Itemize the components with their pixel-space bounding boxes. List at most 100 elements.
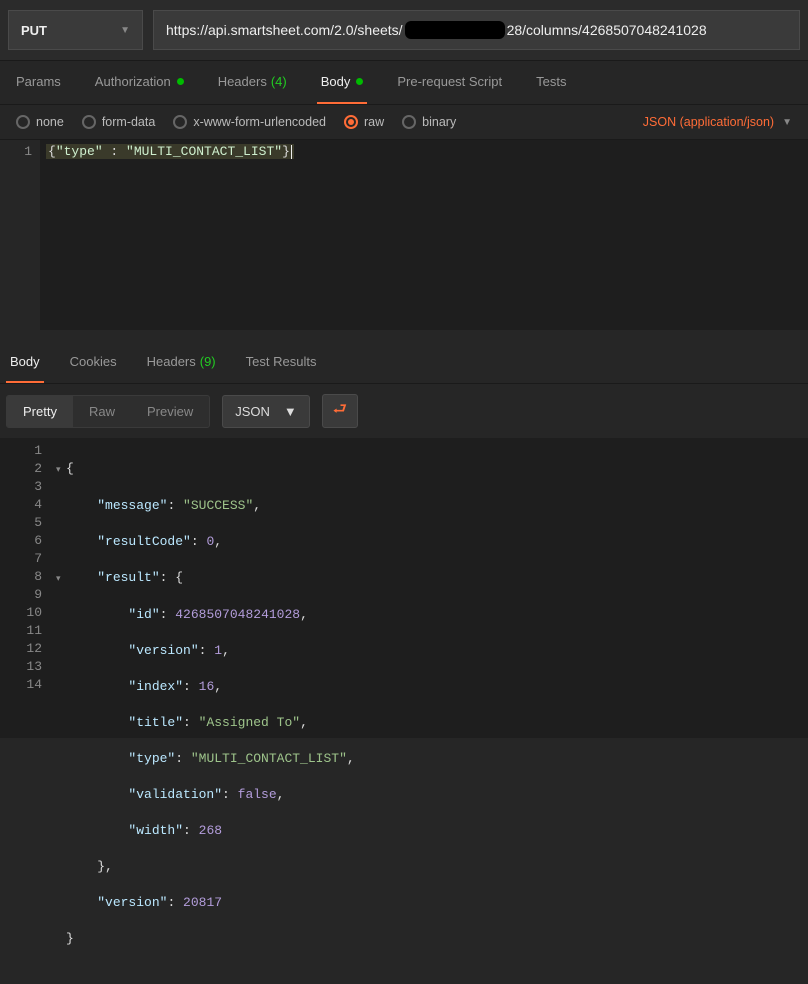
resp-view-preview[interactable]: Preview <box>131 396 209 427</box>
code-line: "id": 4268507048241028, <box>56 606 808 624</box>
gutter-line: 4 <box>0 496 42 514</box>
tab-prerequest[interactable]: Pre-request Script <box>393 61 506 104</box>
request-body-editor[interactable]: 1 {"type" : "MULTI_CONTACT_LIST"} <box>0 140 808 330</box>
editor-gutter: 1 <box>0 140 40 330</box>
tab-tests[interactable]: Tests <box>532 61 570 104</box>
body-type-raw-label: raw <box>364 115 384 129</box>
code-line: ▾{ <box>56 460 808 479</box>
json-key: "index" <box>128 679 183 694</box>
resp-code[interactable]: ▾{ "message": "SUCCESS", "resultCode": 0… <box>56 438 808 738</box>
radio-icon <box>402 115 416 129</box>
tab-headers[interactable]: Headers (4) <box>214 61 291 104</box>
chevron-down-icon: ▼ <box>782 117 792 128</box>
json-key: "version" <box>128 643 198 658</box>
code-line: ▾ "result": { <box>56 569 808 588</box>
editor-code[interactable]: {"type" : "MULTI_CONTACT_LIST"} <box>40 140 808 330</box>
resp-tab-cookies[interactable]: Cookies <box>66 342 121 383</box>
code-line: "width": 268 <box>56 822 808 840</box>
json-value: 4268507048241028 <box>175 607 300 622</box>
radio-icon <box>82 115 96 129</box>
resp-gutter: 1 2 3 4 5 6 7 8 9 10 11 12 13 14 <box>0 438 56 738</box>
code-line: "version": 20817 <box>56 894 808 912</box>
json-value: "SUCCESS" <box>183 498 253 513</box>
tab-params-label: Params <box>16 74 61 89</box>
fold-toggle-icon[interactable]: ▾ <box>56 461 66 479</box>
code-line: "title": "Assigned To", <box>56 714 808 732</box>
text-caret-icon <box>291 145 292 159</box>
json-key: "validation" <box>128 787 222 802</box>
tab-body[interactable]: Body <box>317 61 368 104</box>
req-value: "MULTI_CONTACT_LIST" <box>126 144 282 159</box>
json-value: "Assigned To" <box>199 715 300 730</box>
resp-language-select[interactable]: JSON ▼ <box>222 395 310 428</box>
resp-tab-headers[interactable]: Headers(9) <box>143 342 220 383</box>
code-line: "version": 1, <box>56 642 808 660</box>
fold-toggle-icon[interactable]: ▾ <box>56 570 66 588</box>
body-type-formdata[interactable]: form-data <box>82 115 156 129</box>
editor-line-highlight: {"type" : "MULTI_CONTACT_LIST"} <box>46 144 294 159</box>
resp-view-pretty-label: Pretty <box>23 404 57 419</box>
body-type-binary-label: binary <box>422 115 456 129</box>
resp-view-pretty[interactable]: Pretty <box>7 396 73 427</box>
gutter-line: 2 <box>0 460 42 478</box>
code-line: } <box>56 930 808 948</box>
response-body-editor[interactable]: 1 2 3 4 5 6 7 8 9 10 11 12 13 14 ▾{ "mes… <box>0 438 808 738</box>
radio-selected-icon <box>344 115 358 129</box>
resp-wrap-toggle[interactable]: ⮐ <box>322 394 358 428</box>
tab-headers-label: Headers <box>218 74 267 89</box>
gutter-line: 12 <box>0 640 42 658</box>
code-line: "resultCode": 0, <box>56 533 808 551</box>
req-colon: : <box>103 144 126 159</box>
resp-language-label: JSON <box>235 404 270 419</box>
resp-view-preview-label: Preview <box>147 404 193 419</box>
resp-tab-headers-count: (9) <box>200 354 216 369</box>
body-type-urlencoded-label: x-www-form-urlencoded <box>193 115 326 129</box>
content-type-select[interactable]: JSON (application/json) ▼ <box>643 115 792 129</box>
gutter-line: 14 <box>0 676 42 694</box>
json-key: "title" <box>128 715 183 730</box>
wrap-lines-icon: ⮐ <box>333 398 347 425</box>
json-value: 268 <box>199 823 222 838</box>
http-method-value: PUT <box>21 23 47 38</box>
radio-icon <box>173 115 187 129</box>
tab-headers-count: (4) <box>271 74 287 89</box>
json-key: "version" <box>97 895 167 910</box>
gutter-line: 9 <box>0 586 42 604</box>
dot-icon <box>177 78 184 85</box>
chevron-down-icon: ▼ <box>284 404 297 419</box>
url-input[interactable]: https://api.smartsheet.com/2.0/sheets/28… <box>153 10 800 50</box>
resp-tab-test-results[interactable]: Test Results <box>242 342 321 383</box>
code-line: "message": "SUCCESS", <box>56 497 808 515</box>
chevron-down-icon: ▼ <box>120 25 130 36</box>
http-method-select[interactable]: PUT ▼ <box>8 10 143 50</box>
request-tabs: Params Authorization Headers (4) Body Pre… <box>0 61 808 105</box>
json-key: "width" <box>128 823 183 838</box>
response-tabs: Body Cookies Headers(9) Test Results <box>0 342 808 384</box>
gutter-line: 5 <box>0 514 42 532</box>
tab-authorization[interactable]: Authorization <box>91 61 188 104</box>
code-line: }, <box>56 858 808 876</box>
resp-tab-body[interactable]: Body <box>6 342 44 383</box>
dot-icon <box>356 78 363 85</box>
body-type-urlencoded[interactable]: x-www-form-urlencoded <box>173 115 326 129</box>
tab-tests-label: Tests <box>536 74 566 89</box>
resp-view-raw[interactable]: Raw <box>73 396 131 427</box>
json-value: "MULTI_CONTACT_LIST" <box>191 751 347 766</box>
gutter-line: 13 <box>0 658 42 676</box>
resp-tab-cookies-label: Cookies <box>70 354 117 369</box>
resp-tab-body-label: Body <box>10 354 40 369</box>
req-close-brace: } <box>282 144 290 159</box>
code-line: "validation": false, <box>56 786 808 804</box>
tab-params[interactable]: Params <box>12 61 65 104</box>
json-key: "result" <box>97 570 159 585</box>
body-type-none[interactable]: none <box>16 115 64 129</box>
resp-tab-test-results-label: Test Results <box>246 354 317 369</box>
gutter-line: 10 <box>0 604 42 622</box>
req-key: "type" <box>56 144 103 159</box>
req-open-brace: { <box>48 144 56 159</box>
body-type-formdata-label: form-data <box>102 115 156 129</box>
json-value: false <box>238 787 277 802</box>
tab-authorization-label: Authorization <box>95 74 171 89</box>
body-type-binary[interactable]: binary <box>402 115 456 129</box>
body-type-raw[interactable]: raw <box>344 115 384 129</box>
